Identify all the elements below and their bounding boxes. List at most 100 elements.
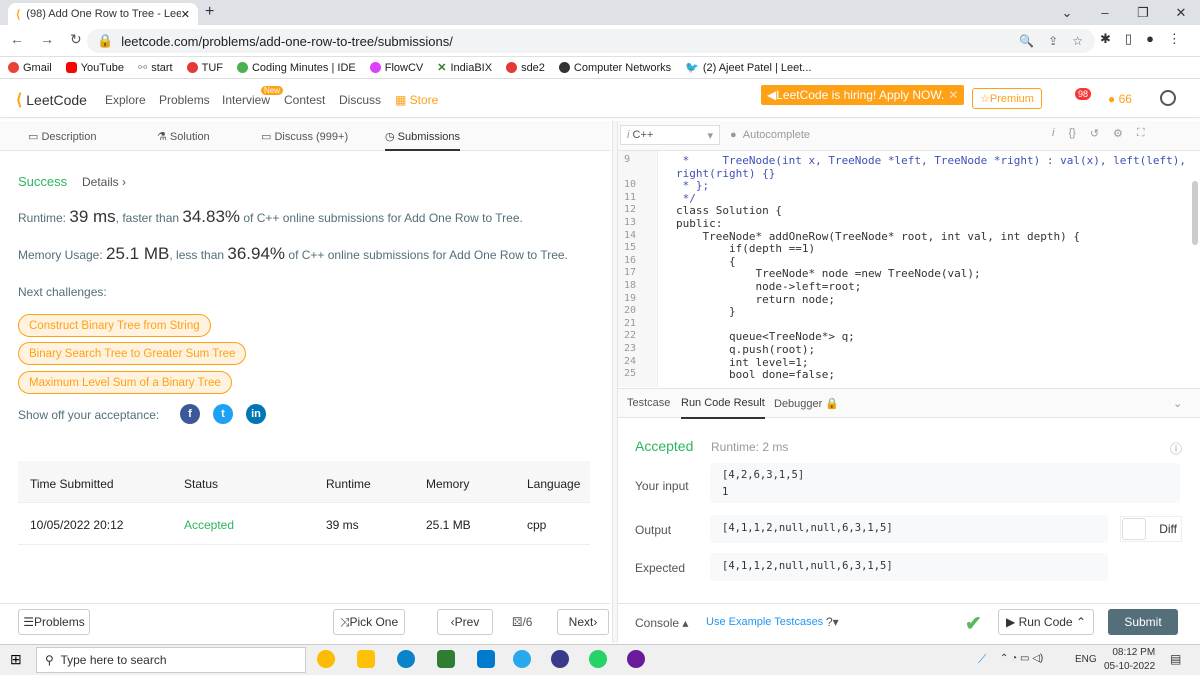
prev-button[interactable]: ‹ Prev xyxy=(437,609,493,635)
tab-debugger[interactable]: Debugger 🔒 xyxy=(774,397,839,410)
console-button[interactable]: Console ▴ xyxy=(635,616,688,630)
bookmark-flowcv[interactable]: FlowCV xyxy=(369,62,423,74)
bookmark-indiabix[interactable]: ✕ IndiaBIX xyxy=(437,61,492,75)
help-icon[interactable]: ?▾ xyxy=(826,615,839,629)
challenge-link[interactable]: Construct Binary Tree from String xyxy=(18,314,211,337)
bookmark-coding-minutes[interactable]: Coding Minutes | IDE xyxy=(236,62,356,74)
restore-button[interactable]: ❐ xyxy=(1124,0,1162,25)
language-select[interactable]: i C++ ▾ xyxy=(620,125,720,145)
run-code-button[interactable]: ▶ Run Code ⌃ xyxy=(998,609,1094,635)
reload-icon[interactable]: ↻ xyxy=(70,31,82,48)
bookmark-start[interactable]: ⚯ start xyxy=(138,61,173,75)
tab-description[interactable]: ▭ Description xyxy=(28,130,96,143)
close-window-button[interactable]: ✕ xyxy=(1162,0,1200,25)
share-icon[interactable]: ⇪ xyxy=(1048,34,1058,48)
forward-icon[interactable]: → xyxy=(40,31,54,48)
leetcode-logo[interactable]: ⟨ LeetCode xyxy=(16,90,87,110)
bookmark-tuf[interactable]: TUF xyxy=(186,62,223,74)
taskbar-search[interactable]: ⚲ Type here to search xyxy=(36,647,306,673)
back-icon[interactable]: ← xyxy=(10,31,24,48)
menu-icon[interactable]: ⋮ xyxy=(1168,31,1181,47)
chrome-icon[interactable] xyxy=(317,650,335,668)
tab-run-code-result[interactable]: Run Code Result xyxy=(681,397,765,419)
new-tab-button[interactable]: + xyxy=(205,3,214,21)
code-line: int level=1; xyxy=(676,355,809,369)
eclipse-icon[interactable] xyxy=(551,650,569,668)
problems-button[interactable]: ☰ Problems xyxy=(18,609,90,635)
next-button[interactable]: Next › xyxy=(557,609,609,635)
tab-solution[interactable]: ⚗ Solution xyxy=(157,130,210,143)
pen-icon[interactable]: ⟋ xyxy=(978,652,986,667)
nav-discuss[interactable]: Discuss xyxy=(339,93,381,107)
use-example-testcases[interactable]: Use Example Testcases xyxy=(706,616,823,628)
close-tab-icon[interactable]: ✕ xyxy=(181,8,190,21)
code-line: { xyxy=(676,254,736,268)
bookmark-sde2[interactable]: sde2 xyxy=(506,62,545,74)
facebook-icon[interactable]: f xyxy=(180,404,200,424)
submit-button[interactable]: Submit xyxy=(1108,609,1178,635)
user-avatar-icon[interactable] xyxy=(1160,90,1176,106)
file-explorer-icon[interactable] xyxy=(357,650,375,668)
bookmark-youtube[interactable]: YouTube xyxy=(65,62,124,74)
browser-tab[interactable]: ⟨ (98) Add One Row to Tree - LeetC ✕ xyxy=(8,3,198,25)
extensions-icon[interactable]: ✱ xyxy=(1100,31,1111,47)
autocomplete-toggle[interactable]: ● Autocomplete xyxy=(730,129,810,141)
info-icon[interactable]: i xyxy=(1052,127,1054,140)
twitter-icon[interactable]: t xyxy=(213,404,233,424)
challenge-link[interactable]: Maximum Level Sum of a Binary Tree xyxy=(18,371,232,394)
tab-search-icon[interactable]: ⌄ xyxy=(1048,0,1086,25)
app-icon[interactable] xyxy=(437,650,455,668)
hiring-banner[interactable]: ◀ LeetCode is hiring! Apply NOW. ✕ xyxy=(761,85,964,105)
telegram-icon[interactable] xyxy=(513,650,531,668)
nav-problems[interactable]: Problems xyxy=(159,93,210,107)
your-input-box[interactable]: [4,2,6,3,1,5] 1 xyxy=(710,463,1180,503)
tab-discuss[interactable]: ▭ Discuss (999+) xyxy=(261,130,348,143)
bookmark-computer-networks[interactable]: Computer Networks xyxy=(558,62,671,74)
whatsapp-icon[interactable] xyxy=(589,650,607,668)
braces-icon[interactable]: {} xyxy=(1068,127,1075,140)
premium-button[interactable]: ☆ Premium xyxy=(972,88,1042,109)
bookmark-gmail[interactable]: Gmail xyxy=(8,62,52,74)
windows-start-icon[interactable]: ⊞ xyxy=(10,651,22,668)
vscode-icon[interactable] xyxy=(477,650,495,668)
nav-explore[interactable]: Explore xyxy=(105,93,146,107)
sidebar-icon[interactable]: ▯ xyxy=(1125,31,1132,47)
streak-counter[interactable]: ● 66 xyxy=(1108,92,1132,106)
taskbar-clock[interactable]: 08:12 PM 05-10-2022 xyxy=(1104,646,1155,674)
bookmark-star-icon[interactable]: ☆ xyxy=(1072,34,1083,48)
edge-icon[interactable] xyxy=(397,650,415,668)
caret-up-icon: ▴ xyxy=(682,616,689,630)
pick-one-button[interactable]: ⤨ Pick One xyxy=(333,609,405,635)
tab-testcase[interactable]: Testcase xyxy=(627,397,670,409)
details-link[interactable]: Details › xyxy=(82,175,126,189)
cell-status[interactable]: Accepted xyxy=(184,518,234,532)
diff-toggle[interactable]: Diff xyxy=(1120,516,1182,542)
fullscreen-icon[interactable]: ⛶ xyxy=(1137,127,1145,140)
linkedin-icon[interactable]: in xyxy=(246,404,266,424)
tray-icons[interactable]: ⌃ ◔ ▭ ◁) xyxy=(1000,653,1043,664)
nav-store[interactable]: ▦ Store xyxy=(395,93,438,107)
challenge-link[interactable]: Binary Search Tree to Greater Sum Tree xyxy=(18,342,247,365)
tab-submissions[interactable]: ◷ Submissions xyxy=(385,130,461,151)
language-indicator[interactable]: ENG xyxy=(1075,654,1097,665)
nav-contest[interactable]: Contest xyxy=(284,93,325,107)
line-number: 20 xyxy=(624,305,637,317)
nav-interview[interactable]: Interview xyxy=(222,93,270,107)
profile-icon[interactable]: ● xyxy=(1146,31,1154,47)
minimize-button[interactable]: – xyxy=(1086,0,1124,25)
omnibox[interactable]: 🔒 leetcode.com/problems/add-one-row-to-t… xyxy=(87,29,1095,53)
code-line: queue<TreeNode*> q; xyxy=(676,330,855,344)
help-icon[interactable]: ⓘ xyxy=(1170,440,1182,457)
editor-scrollbar[interactable] xyxy=(1192,181,1198,245)
github-desktop-icon[interactable] xyxy=(627,650,645,668)
output-box: [4,1,1,2,null,null,6,3,1,5] xyxy=(710,515,1108,543)
reset-icon[interactable]: ↺ xyxy=(1090,127,1099,140)
notification-icon[interactable]: ▤ xyxy=(1170,652,1181,666)
notification-badge[interactable]: 98 xyxy=(1075,88,1092,100)
settings-icon[interactable]: ⚙ xyxy=(1113,127,1123,140)
bookmark-ajeet[interactable]: 🐦 (2) Ajeet Patel | Leet... xyxy=(685,61,811,75)
collapse-icon[interactable]: ⌄ xyxy=(1173,397,1182,410)
star-icon: ☆ xyxy=(980,93,990,105)
close-banner-icon[interactable]: ✕ xyxy=(948,88,958,102)
zoom-icon[interactable]: 🔍 xyxy=(1019,34,1034,48)
